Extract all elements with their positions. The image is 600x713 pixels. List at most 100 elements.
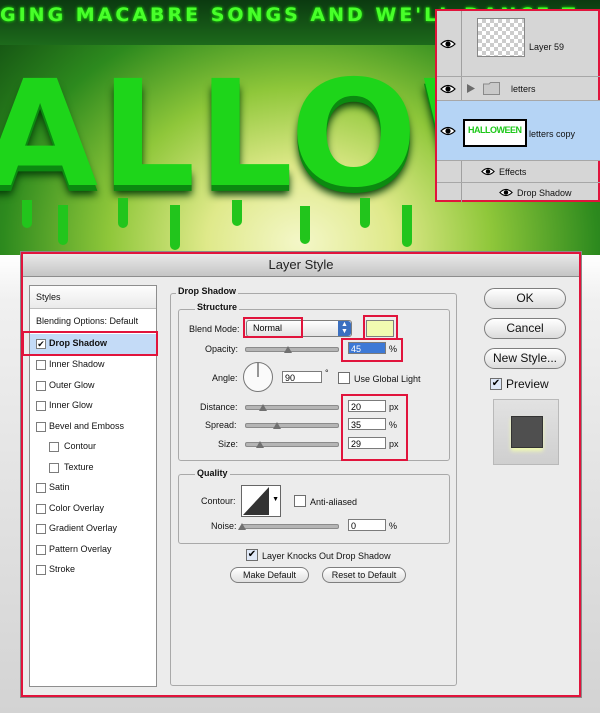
stroke-checkbox[interactable]	[36, 565, 46, 575]
style-item-outer-glow[interactable]: Outer Glow	[30, 376, 156, 396]
effects-label: Effects	[499, 167, 527, 177]
style-item-label: Contour	[64, 441, 97, 451]
noise-label: Noise:	[211, 521, 237, 531]
distance-slider-thumb[interactable]	[259, 404, 267, 411]
style-item-gradient-overlay[interactable]: Gradient Overlay	[30, 519, 156, 539]
layer-row-selected[interactable]: HALLOWEEN letters copy	[437, 101, 600, 161]
layer-group-row[interactable]: letters	[437, 77, 600, 101]
style-item-label: Satin	[49, 482, 70, 492]
contour-picker[interactable]: ▼	[241, 485, 281, 517]
layer-thumbnail: HALLOWEEN	[463, 119, 527, 147]
thumbnail-text: HALLOWEEN	[468, 125, 522, 135]
style-item-inner-glow[interactable]: Inner Glow	[30, 396, 156, 416]
eye-icon[interactable]	[440, 125, 456, 137]
eye-icon[interactable]	[499, 187, 513, 198]
slime-drip	[58, 205, 68, 245]
blending-options-label: Blending Options: Default	[36, 316, 139, 326]
cancel-button[interactable]: Cancel	[484, 318, 566, 339]
degree-unit: °	[325, 368, 329, 378]
percent-unit: %	[389, 521, 398, 531]
eye-icon[interactable]	[481, 166, 495, 177]
style-item-stroke[interactable]: Stroke	[30, 560, 156, 580]
reset-to-default-button[interactable]: Reset to Default	[322, 567, 406, 583]
style-item-color-overlay[interactable]: Color Overlay	[30, 499, 156, 519]
use-global-light-checkbox[interactable]	[338, 372, 350, 384]
blending-options-item[interactable]: Blending Options: Default	[30, 312, 156, 333]
quality-group	[178, 474, 450, 544]
outer-glow-checkbox[interactable]	[36, 381, 46, 391]
spread-slider[interactable]	[245, 423, 339, 428]
slime-drip	[232, 200, 242, 226]
make-default-button[interactable]: Make Default	[230, 567, 309, 583]
style-item-satin[interactable]: Satin	[30, 478, 156, 498]
dialog-title: Layer Style	[268, 257, 334, 272]
style-item-label: Outer Glow	[49, 380, 95, 390]
style-item-label: Stroke	[49, 564, 76, 574]
spread-label: Spread:	[205, 420, 237, 430]
contour-label: Contour:	[201, 496, 236, 506]
contour-checkbox[interactable]	[49, 442, 59, 452]
ok-button[interactable]: OK	[484, 288, 566, 309]
use-global-light-label: Use Global Light	[354, 374, 421, 384]
slime-drip	[118, 198, 128, 228]
expand-triangle-icon[interactable]	[467, 84, 475, 93]
distance-label: Distance:	[200, 402, 238, 412]
layers-panel: Layer 59 letters HALLOWEEN letters copy …	[435, 9, 600, 202]
effects-row[interactable]: Effects	[437, 161, 600, 183]
style-item-texture[interactable]: Texture	[30, 458, 156, 478]
noise-slider-thumb[interactable]	[238, 523, 246, 530]
blend-mode-label: Blend Mode:	[189, 324, 240, 334]
inner-glow-checkbox[interactable]	[36, 401, 46, 411]
layer-style-dialog: Layer Style Styles Blending Options: Def…	[21, 252, 581, 697]
angle-input[interactable]: 90	[282, 371, 322, 383]
styles-header[interactable]: Styles	[30, 286, 156, 309]
bevel-emboss-checkbox[interactable]	[36, 422, 46, 432]
highlight-box	[363, 315, 398, 340]
color-overlay-checkbox[interactable]	[36, 504, 46, 514]
eye-icon[interactable]	[440, 38, 456, 50]
angle-label: Angle:	[212, 373, 238, 383]
contour-curve-icon	[243, 487, 269, 515]
style-item-label: Inner Shadow	[49, 359, 105, 369]
style-item-label: Gradient Overlay	[49, 523, 118, 533]
preview-label: Preview	[506, 377, 549, 391]
noise-input[interactable]: 0	[348, 519, 386, 531]
style-item-bevel-emboss[interactable]: Bevel and Emboss	[30, 417, 156, 437]
anti-aliased-checkbox[interactable]	[294, 495, 306, 507]
slime-drip	[402, 205, 412, 247]
inner-shadow-checkbox[interactable]	[36, 360, 46, 370]
style-item-inner-shadow[interactable]: Inner Shadow	[30, 355, 156, 375]
gradient-overlay-checkbox[interactable]	[36, 524, 46, 534]
preview-square	[511, 416, 543, 448]
layer-thumbnail	[477, 18, 525, 57]
opacity-slider[interactable]	[245, 347, 339, 352]
style-item-label: Pattern Overlay	[49, 544, 112, 554]
new-style-button[interactable]: New Style...	[484, 348, 566, 369]
style-item-contour[interactable]: Contour	[30, 437, 156, 457]
layer-row[interactable]: Layer 59	[437, 11, 600, 77]
anti-aliased-label: Anti-aliased	[310, 497, 358, 507]
preview-checkbox[interactable]: ✔	[490, 378, 502, 390]
size-slider-thumb[interactable]	[256, 441, 264, 448]
slime-drip	[22, 200, 32, 228]
dialog-titlebar[interactable]: Layer Style	[23, 254, 579, 277]
highlight-box	[341, 338, 403, 362]
opacity-slider-thumb[interactable]	[284, 346, 292, 353]
noise-slider[interactable]	[241, 524, 339, 529]
satin-checkbox[interactable]	[36, 483, 46, 493]
effect-item-row[interactable]: Drop Shadow	[437, 183, 600, 202]
eye-icon[interactable]	[440, 83, 456, 95]
texture-checkbox[interactable]	[49, 463, 59, 473]
dropdown-arrow-icon: ▼	[272, 496, 279, 503]
angle-dial[interactable]	[242, 361, 274, 393]
knockout-checkbox[interactable]: ✔	[246, 549, 258, 561]
knockout-label: Layer Knocks Out Drop Shadow	[262, 551, 391, 561]
select-arrows-icon: ▲ ▼	[338, 321, 351, 336]
quality-title: Quality	[195, 468, 230, 478]
spread-slider-thumb[interactable]	[273, 422, 281, 429]
pattern-overlay-checkbox[interactable]	[36, 545, 46, 555]
style-item-pattern-overlay[interactable]: Pattern Overlay	[30, 540, 156, 560]
effect-item-label: Drop Shadow	[517, 188, 572, 198]
layer-name: letters copy	[529, 129, 576, 139]
folder-icon	[483, 82, 500, 95]
